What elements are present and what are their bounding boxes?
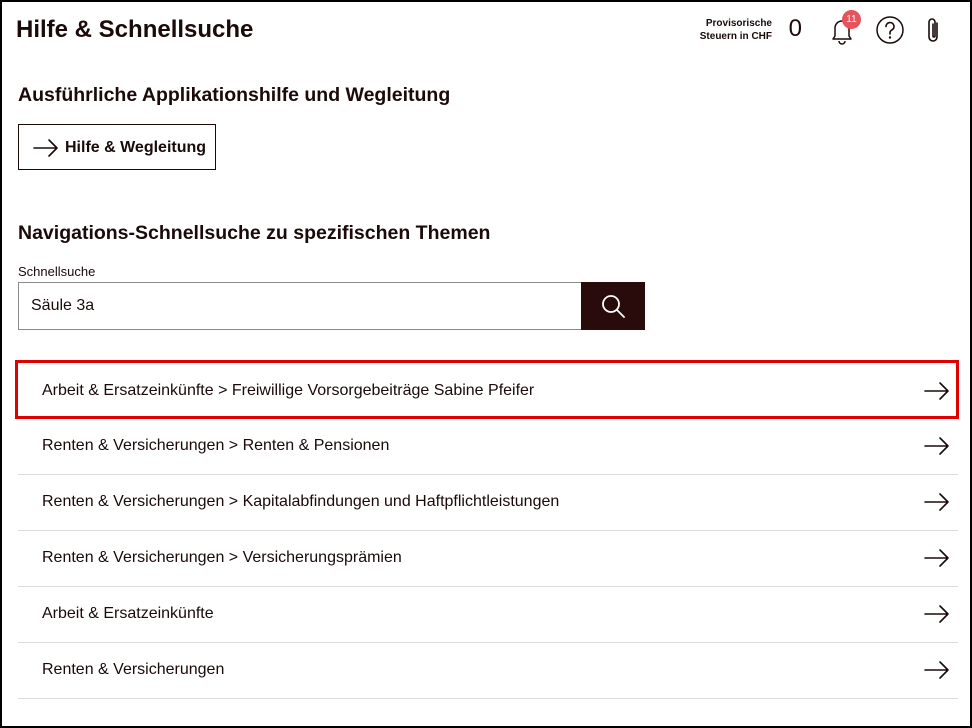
arrow-right-icon [924,549,949,567]
search-input[interactable] [18,282,582,330]
search-icon [602,295,625,318]
arrow-right-icon [924,605,949,623]
arrow-right-icon [924,382,949,400]
arrow-right-icon [924,493,949,511]
result-row-5[interactable]: Arbeit & Ersatzeinkünfte [18,587,958,643]
search-section-title: Navigations-Schnellsuche zu spezifischen… [18,222,491,244]
result-row-1[interactable]: Arbeit & Ersatzeinkünfte > Freiwillige V… [18,364,958,419]
search-field-label: Schnellsuche [18,264,96,279]
result-label: Renten & Versicherungen [42,661,225,678]
tax-label: Provisorische Steuern in CHF [700,17,772,43]
result-label: Renten & Versicherungen > Versicherungsp… [42,549,402,566]
tax-label-line2: Steuern in CHF [699,31,772,42]
result-row-6[interactable]: Renten & Versicherungen [18,643,958,699]
search-button[interactable] [581,282,645,330]
app-frame: Hilfe & Schnellsuche Provisorische Steue… [0,0,972,728]
result-row-4[interactable]: Renten & Versicherungen > Versicherungsp… [18,531,958,587]
help-section-title: Ausführliche Applikationshilfe und Wegle… [18,84,451,106]
arrow-right-icon [924,437,949,455]
help-guide-button-label: Hilfe & Wegleitung [65,139,207,156]
attachments-button[interactable] [918,14,950,46]
result-label: Arbeit & Ersatzeinkünfte > Freiwillige V… [42,382,535,399]
result-label: Renten & Versicherungen > Renten & Pensi… [42,437,390,454]
notifications-button[interactable]: 11 [826,10,861,46]
result-label: Renten & Versicherungen > Kapitalabfindu… [42,493,560,510]
notification-badge: 11 [842,10,861,29]
results-list: Arbeit & Ersatzeinkünfte > Freiwillige V… [18,364,958,699]
page-title: Hilfe & Schnellsuche [16,16,254,43]
help-button[interactable] [874,14,906,46]
tax-label-line1: Provisorische [705,18,772,29]
result-row-2[interactable]: Renten & Versicherungen > Renten & Pensi… [18,419,958,475]
result-label: Arbeit & Ersatzeinkünfte [42,605,214,622]
header: Hilfe & Schnellsuche Provisorische Steue… [16,2,956,62]
help-icon [876,16,904,44]
paperclip-icon [928,18,938,42]
help-guide-button[interactable]: Hilfe & Wegleitung [18,124,216,170]
tax-value: 0 [788,15,802,42]
result-row-3[interactable]: Renten & Versicherungen > Kapitalabfindu… [18,475,958,531]
arrow-right-icon [924,661,949,679]
arrow-right-icon [33,139,58,157]
